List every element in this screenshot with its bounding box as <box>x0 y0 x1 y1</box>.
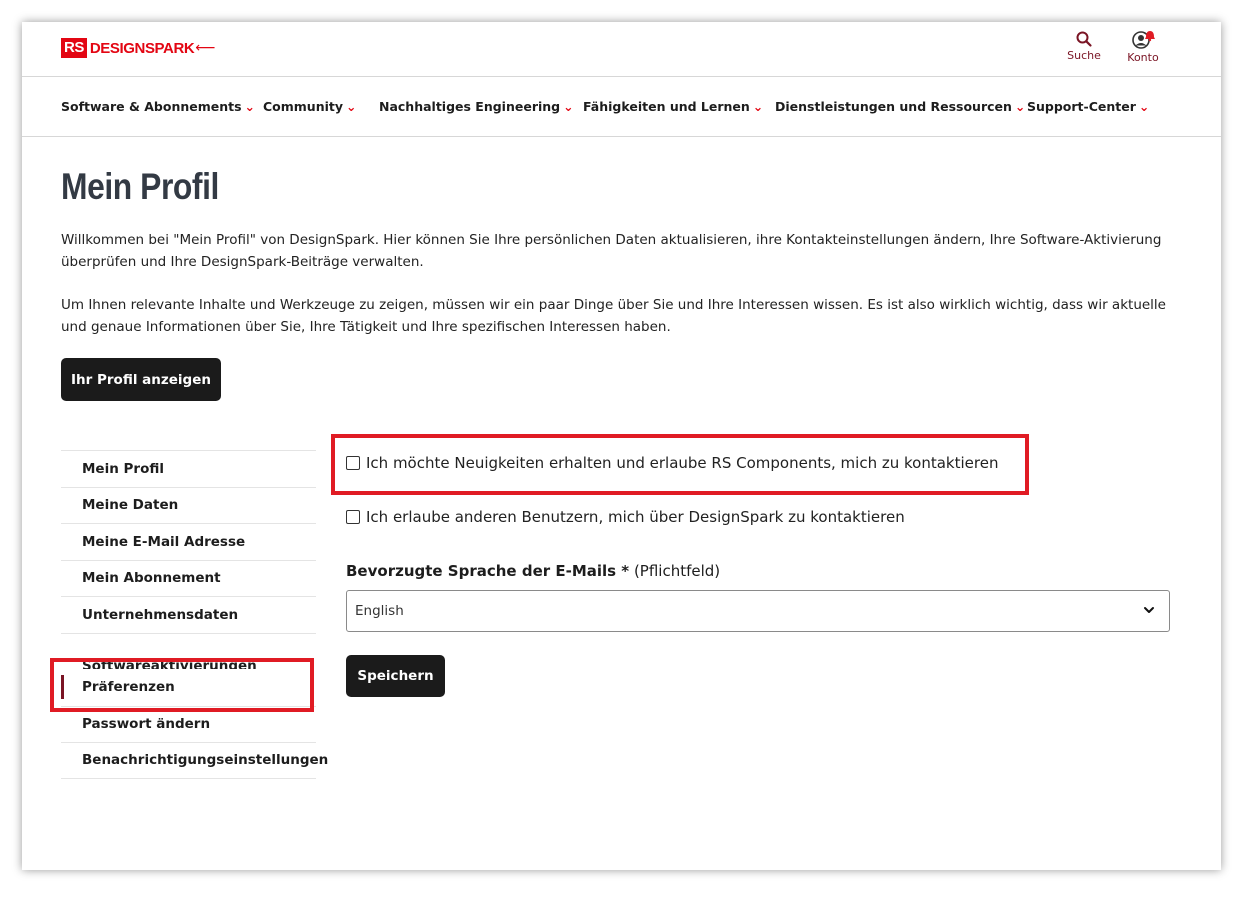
search-label: Suche <box>1067 49 1101 62</box>
profile-sidebar: Mein Profil Meine Daten Meine E-Mail Adr… <box>61 450 328 779</box>
rs-logo-mark: RS <box>61 38 87 58</box>
save-button[interactable]: Speichern <box>346 655 445 697</box>
sidebar-item-mein-profil[interactable]: Mein Profil <box>61 450 316 487</box>
chevron-down-icon <box>1144 607 1154 613</box>
torn-edge-decoration <box>22 848 1221 870</box>
sidebar-item-meine-daten[interactable]: Meine Daten <box>61 486 316 524</box>
nav-support-center[interactable]: Support-Center ⌄ <box>1027 99 1149 114</box>
view-profile-button[interactable]: Ihr Profil anzeigen <box>61 358 221 401</box>
sidebar-item-unternehmensdaten[interactable]: Unternehmensdaten <box>61 596 316 633</box>
language-field-label: Bevorzugte Sprache der E-Mails * (Pflich… <box>346 562 720 580</box>
logo-spark-icon: ⟵ <box>195 40 216 56</box>
page-title: Mein Profil <box>61 166 219 207</box>
nav-label: Dienstleistungen und Ressourcen <box>775 99 1012 114</box>
nav-label: Community <box>263 99 344 114</box>
sidebar-item-label: Meine E-Mail Adresse <box>82 533 246 550</box>
sidebar-item-label: Meine Daten <box>82 497 179 514</box>
nav-label: Software & Abonnements <box>61 99 242 114</box>
checkbox-box[interactable] <box>346 510 360 524</box>
top-header: RS DESIGNSPARK ⟵ Suche Konto <box>22 22 1221 77</box>
sidebar-item-label: Passwort ändern <box>82 716 211 733</box>
chevron-down-icon: ⌄ <box>1014 99 1026 114</box>
search-button[interactable]: Suche <box>1059 30 1109 62</box>
chevron-down-icon: ⌄ <box>1138 99 1150 114</box>
sidebar-item-label: Unternehmensdaten <box>82 606 239 623</box>
user-contact-label: Ich erlaube anderen Benutzern, mich über… <box>366 508 905 526</box>
highlight-box-preferences <box>50 658 314 712</box>
sidebar-item-abonnement[interactable]: Mein Abonnement <box>61 559 316 597</box>
account-button[interactable]: Konto <box>1118 30 1168 64</box>
newsletter-consent-checkbox[interactable]: Ich möchte Neuigkeiten erhalten und erla… <box>346 454 998 472</box>
search-icon <box>1076 31 1092 47</box>
checkbox-box[interactable] <box>346 456 360 470</box>
sidebar-item-label: Mein Abonnement <box>82 570 221 587</box>
sidebar-item-benachrichtigungen[interactable]: Benachrichtigungseinstellungen <box>61 742 328 779</box>
account-label: Konto <box>1127 51 1159 64</box>
sidebar-item-label: Mein Profil <box>82 460 164 477</box>
nav-nachhaltiges-engineering[interactable]: Nachhaltiges Engineering ⌄ <box>379 99 574 114</box>
chevron-down-icon: ⌄ <box>244 99 256 114</box>
logo-wordmark: DESIGNSPARK <box>89 39 195 57</box>
nav-community[interactable]: Community ⌄ <box>263 99 357 114</box>
sidebar-item-email[interactable]: Meine E-Mail Adresse <box>61 523 316 560</box>
sidebar-item-label: Benachrichtigungseinstellungen <box>82 752 329 769</box>
intro-paragraph-2: Um Ihnen relevante Inhalte und Werkzeuge… <box>61 297 1166 335</box>
select-value: English <box>355 603 404 619</box>
user-contact-checkbox[interactable]: Ich erlaube anderen Benutzern, mich über… <box>346 508 905 526</box>
nav-faehigkeiten-lernen[interactable]: Fähigkeiten und Lernen ⌄ <box>583 99 763 114</box>
newsletter-consent-label: Ich möchte Neuigkeiten erhalten und erla… <box>366 454 999 472</box>
main-navigation: Software & Abonnements ⌄ Community ⌄ Nachh… <box>22 77 1221 137</box>
chevron-down-icon: ⌄ <box>752 99 764 114</box>
designspark-logo[interactable]: RS DESIGNSPARK ⟵ <box>61 37 215 59</box>
nav-label: Nachhaltiges Engineering <box>379 99 561 114</box>
nav-software-abonnements[interactable]: Software & Abonnements ⌄ <box>61 99 255 114</box>
screenshot-frame: RS DESIGNSPARK ⟵ Suche Konto Software & … <box>22 22 1221 870</box>
notification-bell-icon <box>1145 31 1155 42</box>
nav-label: Fähigkeiten und Lernen <box>583 99 750 114</box>
language-label-text: Bevorzugte Sprache der E-Mails * <box>346 562 630 580</box>
nav-dienstleistungen-ressourcen[interactable]: Dienstleistungen und Ressourcen ⌄ <box>775 99 1025 114</box>
account-icon <box>1132 31 1155 49</box>
chevron-down-icon: ⌄ <box>346 99 357 114</box>
required-hint: (Pflichtfeld) <box>633 562 721 580</box>
chevron-down-icon: ⌄ <box>563 99 574 114</box>
email-language-select[interactable]: English <box>346 590 1170 632</box>
intro-paragraph-1: Willkommen bei "Mein Profil" von DesignS… <box>61 232 1162 270</box>
nav-label: Support-Center <box>1027 99 1136 114</box>
